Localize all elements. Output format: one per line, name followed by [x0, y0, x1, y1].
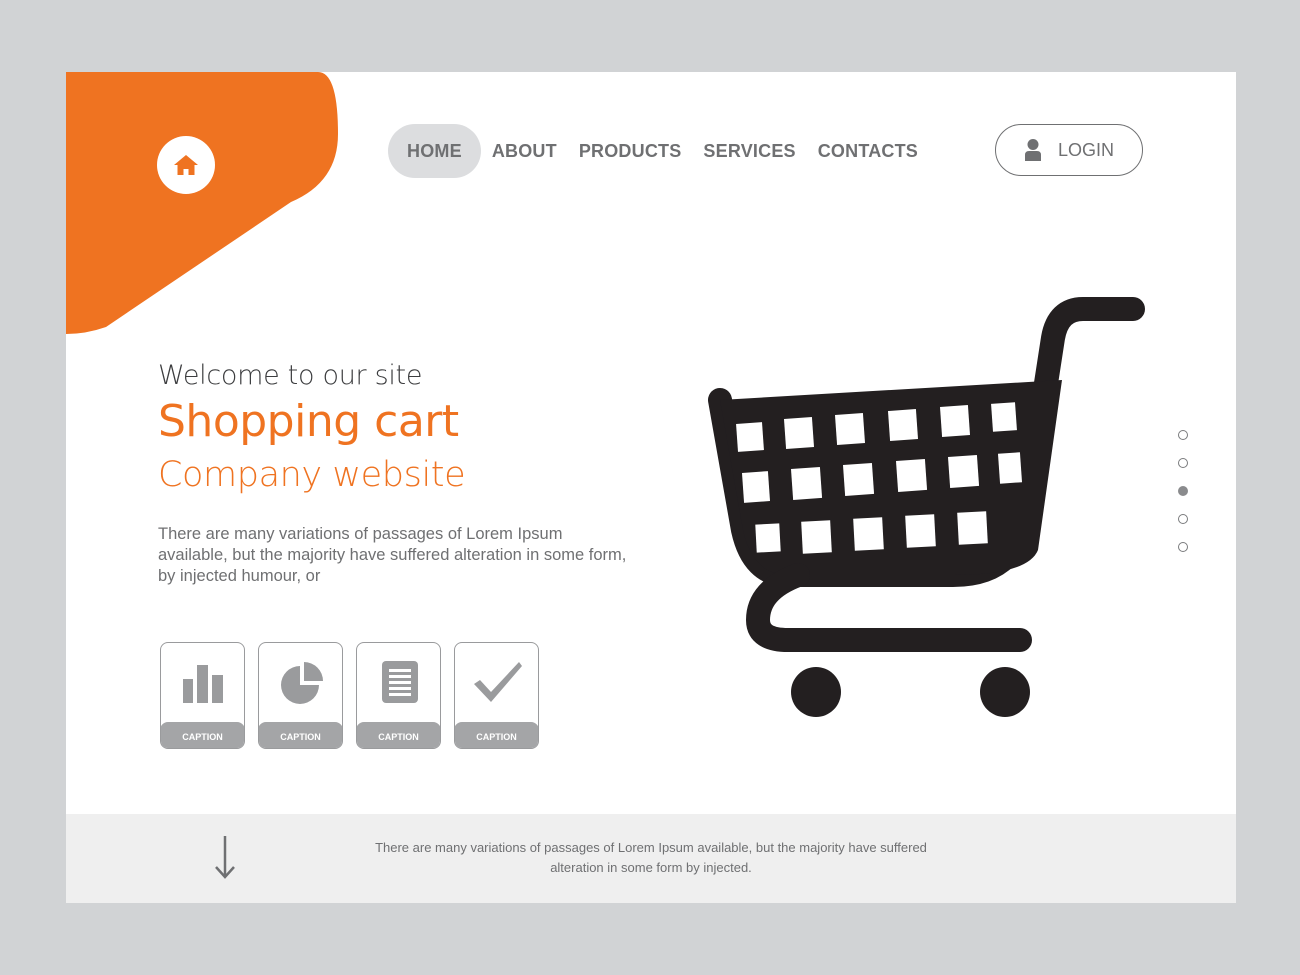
pie-chart-icon — [280, 662, 323, 704]
home-icon — [174, 155, 198, 175]
slide-pager — [1178, 430, 1188, 570]
feature-card-pie[interactable]: CAPTION — [258, 642, 343, 749]
footer-bar: There are many variations of passages of… — [66, 814, 1236, 903]
login-button[interactable]: LOGIN — [995, 124, 1143, 176]
orange-corner-shape — [66, 72, 338, 334]
shopping-cart-icon — [708, 297, 1145, 717]
home-button[interactable] — [157, 136, 215, 194]
feature-card-document[interactable]: CAPTION — [356, 642, 441, 749]
pager-dot-active[interactable] — [1178, 486, 1188, 496]
footer-text: There are many variations of passages of… — [375, 840, 927, 875]
feature-card-chart[interactable]: CAPTION — [160, 642, 245, 749]
hero-description: There are many variations of passages of… — [158, 525, 627, 585]
card-caption: CAPTION — [161, 722, 244, 748]
arrow-down-icon[interactable] — [214, 834, 236, 880]
landing-page: HOME ABOUT PRODUCTS SERVICES CONTACTS LO… — [66, 72, 1236, 903]
nav-home[interactable]: HOME — [388, 124, 481, 178]
login-label: LOGIN — [1057, 139, 1114, 160]
hero-title: Shopping cart — [158, 396, 459, 447]
card-caption: CAPTION — [455, 722, 538, 748]
pager-dot[interactable] — [1178, 458, 1188, 468]
main-nav: HOME ABOUT PRODUCTS SERVICES CONTACTS — [388, 124, 929, 178]
nav-products[interactable]: PRODUCTS — [568, 124, 693, 178]
hero-subtitle: Company website — [158, 455, 466, 495]
pager-dot[interactable] — [1178, 542, 1188, 552]
nav-about[interactable]: ABOUT — [481, 124, 568, 178]
nav-services[interactable]: SERVICES — [692, 124, 806, 178]
bar-chart-icon — [182, 665, 223, 703]
welcome-text: Welcome to our site — [158, 360, 423, 391]
card-caption: CAPTION — [357, 722, 440, 748]
document-icon — [381, 661, 418, 703]
feature-cards: CAPTION CAPTION CAPTION CAPTION — [160, 642, 539, 749]
checkmark-icon — [473, 662, 522, 702]
nav-contacts[interactable]: CONTACTS — [807, 124, 929, 178]
pager-dot[interactable] — [1178, 514, 1188, 524]
pager-dot[interactable] — [1178, 430, 1188, 440]
user-icon — [1024, 139, 1041, 161]
feature-card-check[interactable]: CAPTION — [454, 642, 539, 749]
card-caption: CAPTION — [259, 722, 342, 748]
